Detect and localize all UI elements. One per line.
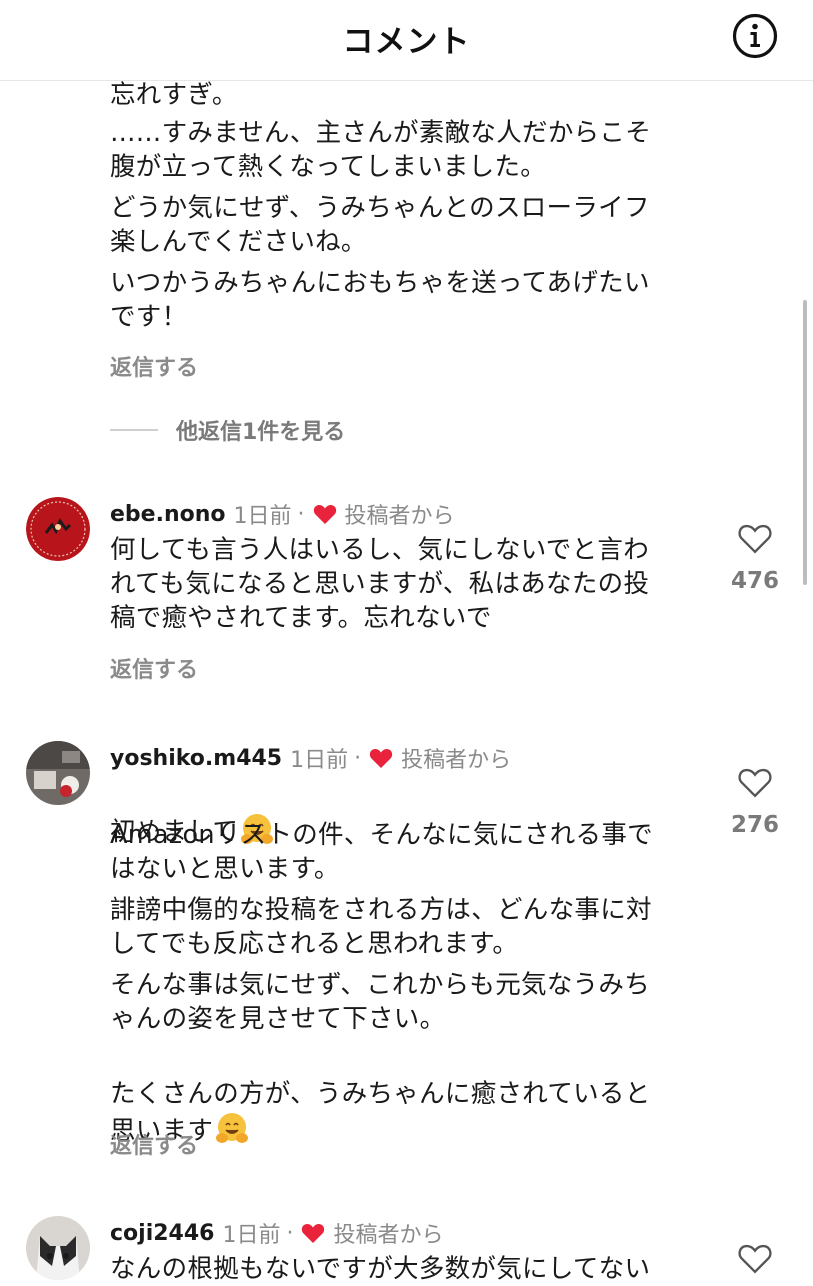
creator-label: 投稿者から: [333, 1223, 444, 1248]
separator-dot: ·: [286, 1220, 294, 1246]
avatar[interactable]: [26, 497, 90, 561]
hugging-face-emoji-icon: [216, 1113, 249, 1143]
page-title: コメント: [342, 24, 471, 60]
comment-text: 何しても言う人はいるし、気にしないでと言わ れても気になると思いますが、私はあな…: [110, 535, 650, 633]
avatar-image: [26, 741, 90, 805]
timestamp: 1日前: [222, 1223, 281, 1248]
username[interactable]: ebe.nono: [110, 502, 226, 527]
like-button[interactable]: [725, 1242, 785, 1274]
heart-outline-icon: [738, 1244, 772, 1274]
username[interactable]: yoshiko.m445: [110, 746, 282, 771]
comment-text: どうか気にせず、うみちゃんとのスローライフ 楽しんでくださいね。: [110, 193, 650, 257]
reply-button[interactable]: 返信する: [110, 1128, 198, 1160]
comment-meta: yoshiko.m445 1日前 · 投稿者から: [110, 742, 511, 774]
view-more-replies-button[interactable]: 他返信1件を見る: [110, 414, 345, 446]
username[interactable]: coji2446: [110, 1221, 214, 1246]
separator-dot: ·: [297, 501, 305, 527]
comment-text: 忘れすぎ。: [110, 80, 238, 110]
comment-meta: coji2446 1日前 · 投稿者から: [110, 1217, 443, 1249]
comment-text: そんな事は気にせず、これからも元気なうみち ゃんの姿を見させて下さい。: [110, 970, 651, 1034]
divider-line: [110, 429, 158, 431]
creator-heart-icon: [302, 1223, 325, 1243]
comment-text: いつかうみちゃんにおもちゃを送ってあげたい です！: [110, 268, 650, 332]
comment-text: ……すみません、主さんが素敵な人だからこそ 腹が立って熱くなってしまいました。: [110, 118, 652, 182]
separator-dot: ·: [354, 745, 362, 771]
view-more-replies-label: 他返信1件を見る: [176, 420, 346, 445]
like-button[interactable]: 276: [725, 766, 785, 838]
info-circle-icon: [732, 13, 778, 59]
comment-text: なんの根拠もないですが大多数が気にしてない: [110, 1254, 651, 1284]
like-count: 276: [730, 812, 779, 838]
avatar[interactable]: [26, 1216, 90, 1280]
creator-heart-icon: [313, 504, 336, 524]
avatar[interactable]: [26, 741, 90, 805]
scrollbar[interactable]: [803, 300, 807, 585]
creator-label: 投稿者から: [344, 504, 455, 529]
creator-label: 投稿者から: [401, 748, 512, 773]
comment-meta: ebe.nono 1日前 · 投稿者から: [110, 498, 455, 530]
like-count: 476: [730, 568, 779, 594]
avatar-image: [26, 497, 90, 561]
comment-list: 忘れすぎ。 ……すみません、主さんが素敵な人だからこそ 腹が立って熱くなってしま…: [0, 0, 813, 1284]
reply-button[interactable]: 返信する: [110, 652, 198, 684]
heart-outline-icon: [738, 524, 772, 554]
header-bar: コメント: [0, 0, 813, 81]
info-button[interactable]: [732, 13, 778, 59]
timestamp: 1日前: [233, 504, 292, 529]
comment-text: たくさんの方が、うみちゃんに癒されていると 思います: [110, 1043, 700, 1148]
comment-text: 誹謗中傷的な投稿をされる方は、どんな事に対 してでも反応されると思われます。: [110, 895, 652, 959]
creator-heart-icon: [369, 748, 393, 768]
like-button[interactable]: 476: [725, 522, 785, 594]
reply-button[interactable]: 返信する: [110, 350, 198, 382]
avatar-image: [26, 1216, 90, 1280]
heart-outline-icon: [738, 768, 772, 798]
comment-text: Amazonリストの件、そんなに気にされる事で はないと思います。: [110, 820, 653, 884]
timestamp: 1日前: [290, 748, 349, 773]
